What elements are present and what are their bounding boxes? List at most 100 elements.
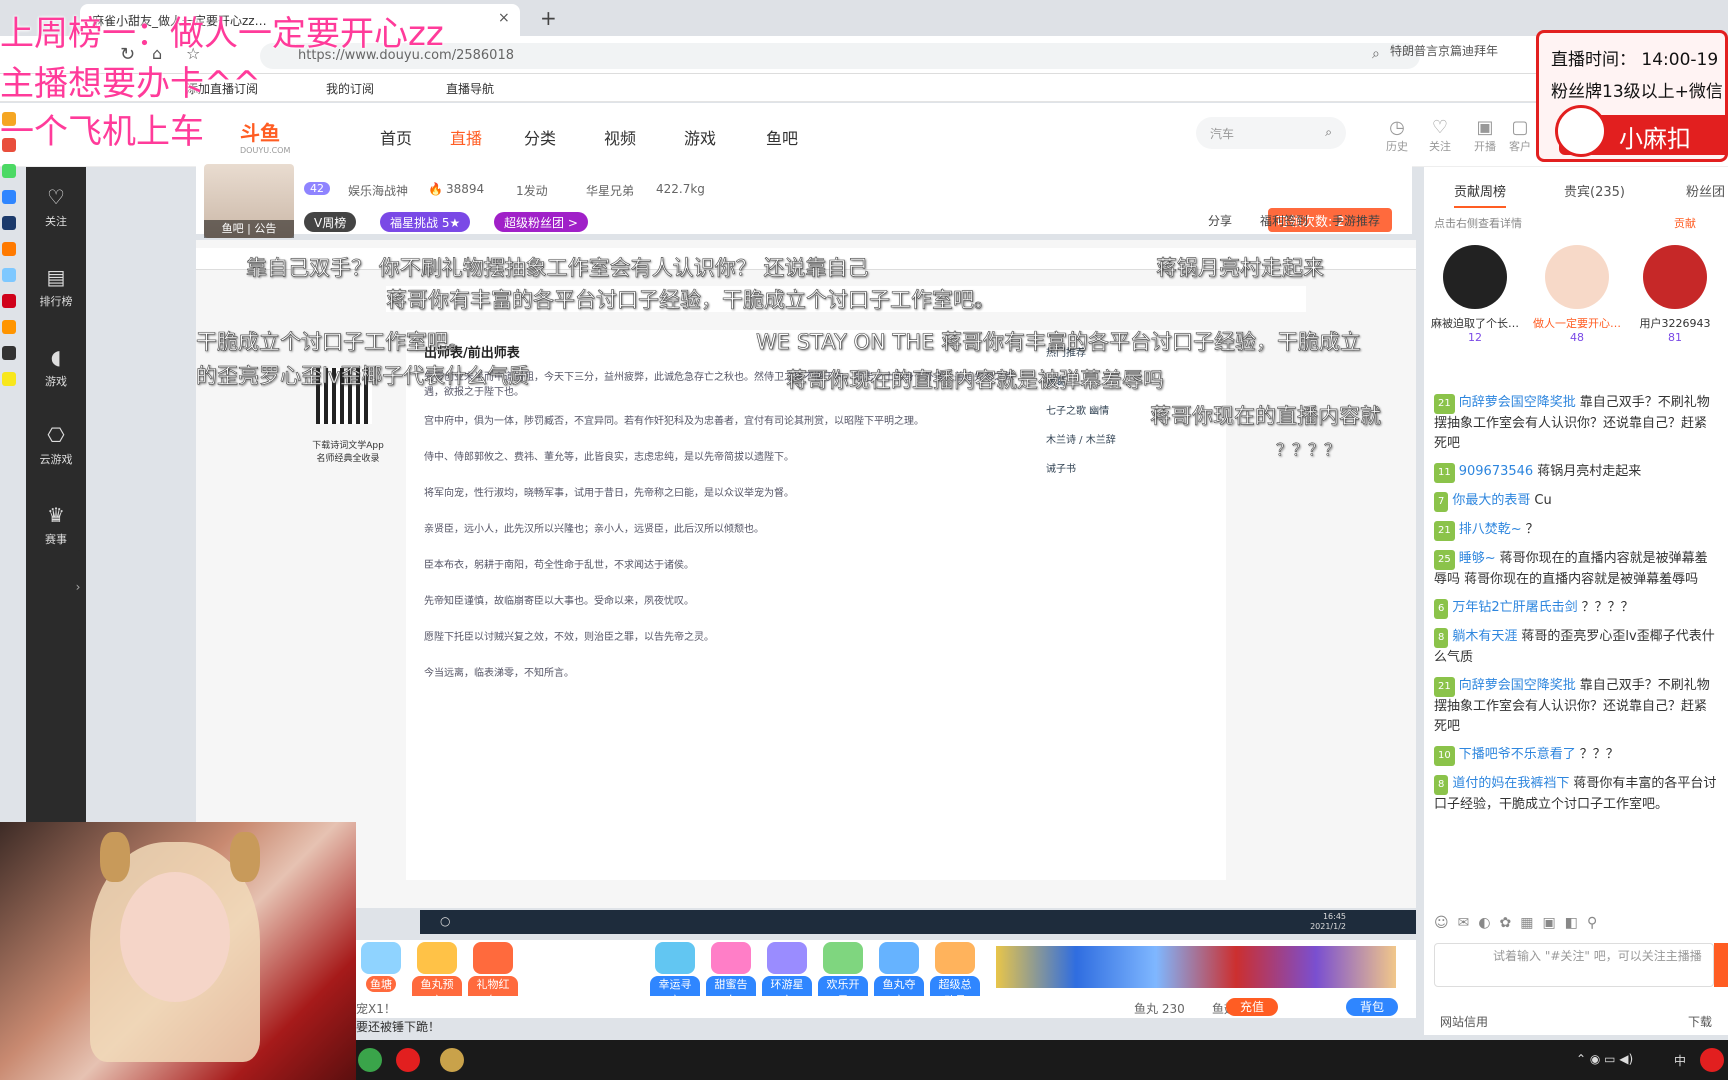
app-icon[interactable]: [2, 320, 16, 334]
signin-button[interactable]: 福利签到: [1260, 212, 1308, 229]
room-heat: 38894: [446, 182, 485, 196]
nav-category[interactable]: 分类: [524, 125, 556, 149]
site-credit-link[interactable]: 网站信用: [1440, 1015, 1488, 1029]
sidebar-item-follow[interactable]: ♡ 关注: [26, 185, 86, 229]
weekly-rank-badge[interactable]: V周榜: [304, 212, 357, 232]
treasure-icon: [655, 942, 695, 974]
panel-footer: 网站信用 下载: [1424, 1007, 1728, 1035]
gift-item[interactable]: 环游星空: [762, 942, 812, 1008]
top-fan[interactable]: 麻被迫取了个长… 12: [1430, 245, 1520, 344]
recharge-button[interactable]: 充值: [1226, 998, 1278, 1016]
poem-document: 出师表/前出师表 先帝创业未半而中道崩殂，今天下三分，益州疲弊，此诚危急存亡之秋…: [406, 330, 1226, 880]
super-fan-badge[interactable]: 超级粉丝团 >: [494, 212, 588, 232]
search-icon[interactable]: ⌕: [1325, 125, 1332, 140]
sidebar-item-rank[interactable]: ▤ 排行榜: [26, 265, 86, 309]
gift-item[interactable]: 甜蜜告白: [706, 942, 756, 1008]
follow-heart-icon[interactable]: ♡ 关注: [1425, 117, 1455, 154]
top-fan[interactable]: 用户3226943 81: [1630, 245, 1720, 344]
app-icon[interactable]: [358, 1048, 382, 1072]
nav-live[interactable]: 直播: [450, 125, 482, 149]
sidebar-item-events[interactable]: ♛ 赛事: [26, 503, 86, 547]
room-guild[interactable]: 华星兄弟: [586, 182, 634, 199]
gift-item[interactable]: 礼物红包: [468, 942, 518, 1008]
sidebar-item-games[interactable]: ◖ 游戏: [26, 345, 86, 389]
app-icon[interactable]: [2, 164, 16, 178]
bookmark-item[interactable]: 直播导航: [446, 80, 494, 97]
app-icon[interactable]: [2, 190, 16, 204]
browser-search-hint[interactable]: 特朗普言京篇迪拜年: [1390, 42, 1498, 59]
desktop-app-strip: [0, 100, 18, 660]
app-icon[interactable]: [2, 372, 16, 386]
doc-paragraph: 亲贤臣，远小人，此先汉所以兴隆也；亲小人，远贤臣，此后汉所以倾颓也。: [424, 524, 764, 535]
lucky-challenge-badge[interactable]: 福星挑战 5★: [380, 212, 471, 232]
captured-clock: 16:45 2021/1/2: [1310, 912, 1346, 931]
nav-games[interactable]: 游戏: [684, 125, 716, 149]
chat-list[interactable]: 21 向辞萝会国空降奖批 靠自己双手？不刷礼物摆抽象工作室会有人认识你？还说靠自己？…: [1424, 389, 1728, 919]
app-icon[interactable]: [2, 268, 16, 282]
gift-item[interactable]: 鱼塘: [356, 942, 406, 994]
video-stream[interactable]: 下载诗词文学App 名师经典全收录 出师表/前出师表 先帝创业未半而中道崩殂，今…: [196, 240, 1416, 908]
gift-item[interactable]: 超级总动员: [930, 942, 980, 1008]
danmu-comment: WE STAY ON THE 蒋哥你有丰富的各平台讨口子经验，干脆成立: [756, 330, 1362, 355]
chat-toolbar[interactable]: ☺✉◐✿▦▣◧⚲: [1434, 915, 1606, 931]
gift-item[interactable]: 鱼丸预言: [412, 942, 462, 1008]
sidebar-item-cloudgame[interactable]: ⎔ 云游戏: [26, 423, 86, 467]
bag-button[interactable]: 背包: [1346, 998, 1398, 1016]
tab-close-icon[interactable]: ×: [498, 10, 510, 26]
game-icon[interactable]: [440, 1048, 464, 1072]
nav-video[interactable]: 视频: [604, 125, 636, 149]
start-icon: ○: [440, 914, 451, 928]
send-button[interactable]: [1714, 943, 1728, 987]
share-button[interactable]: 分享: [1208, 212, 1232, 229]
danmu-comment: 干脆成立个讨口子工作室吧。: [196, 330, 469, 355]
rank-hint-link[interactable]: 贡献: [1674, 215, 1696, 231]
nav-yuba[interactable]: 鱼吧: [766, 125, 798, 149]
app-icon[interactable]: [2, 346, 16, 360]
new-tab-button[interactable]: +: [540, 6, 557, 30]
chat-input[interactable]: 试着输入 "#关注" 吧，可以关注主播播: [1434, 943, 1714, 987]
danmu-comment: 蒋哥你有丰富的各平台讨口子经验，干脆成立个讨口子工作室吧。: [386, 288, 996, 313]
sidebar-collapse-toggle[interactable]: ›: [70, 550, 86, 630]
app-icon[interactable]: [2, 242, 16, 256]
tab-vip[interactable]: 贵宾(235): [1564, 181, 1625, 200]
starry-icon: [767, 942, 807, 974]
app-icon[interactable]: [2, 216, 16, 230]
streamer-avatar[interactable]: 鱼吧 | 公告: [204, 164, 294, 238]
promo-line1: 直播时间： 14:00-19: [1551, 50, 1719, 70]
gift-item[interactable]: 幸运寻宝: [650, 942, 700, 1008]
history-icon[interactable]: ◷ 历史: [1382, 117, 1412, 154]
captured-taskbar: ○ 16:45 2021/1/2: [420, 910, 1416, 934]
rank-icon: ▤: [46, 265, 66, 289]
bookmark-item[interactable]: 我的订阅: [326, 80, 374, 97]
search-icon[interactable]: ⌕: [1372, 46, 1380, 62]
mouse-icon: ◖: [50, 345, 62, 369]
broadcast-icon[interactable]: ▣ 开播: [1470, 117, 1500, 154]
ime-indicator[interactable]: 中: [1674, 1052, 1686, 1069]
overlay-text: 上周榜一：做人一定要开心zz: [0, 14, 444, 54]
top-fan[interactable]: 做人一定要开心… 48: [1532, 245, 1622, 344]
gift-row[interactable]: [996, 946, 1396, 988]
tab-fans[interactable]: 粉丝团: [1686, 181, 1725, 200]
tab-weekly-contrib[interactable]: 贡献周榜: [1454, 181, 1507, 208]
app-icon[interactable]: [2, 294, 16, 308]
doc-paragraph: 今当远离，临表涕零，不知所言。: [424, 668, 574, 679]
antler-left: [100, 832, 130, 882]
netease-music-icon[interactable]: [396, 1048, 420, 1072]
download-link[interactable]: 下载: [1688, 1013, 1712, 1030]
mobile-recommend-button[interactable]: 手游推荐: [1332, 212, 1380, 229]
avatar-label[interactable]: 鱼吧 | 公告: [204, 220, 294, 238]
nav-home[interactable]: 首页: [380, 125, 412, 149]
fan-avatar: [1443, 245, 1507, 309]
tray-app-icon[interactable]: [1700, 1048, 1724, 1072]
douyu-logo[interactable]: 斗鱼 DOUYU.COM: [240, 117, 320, 155]
gift-item[interactable]: 鱼丸夺宝: [874, 942, 924, 1008]
system-tray[interactable]: ⌃ ◉ ▭ ◀): [1576, 1052, 1633, 1066]
chat-message: 21 向辞萝会国空降奖批 靠自己双手？不刷礼物摆抽象工作室会有人认识你？还说靠自己？…: [1434, 677, 1710, 734]
client-icon[interactable]: ▢ 客户: [1505, 117, 1535, 154]
gift-item[interactable]: 欢乐开黑: [818, 942, 868, 1008]
doc-paragraph: 宫中府中，俱为一体，陟罚臧否，不宜异同。若有作奸犯科及为忠善者，宜付有司论其刑赏…: [424, 416, 924, 427]
confess-icon: [711, 942, 751, 974]
header-search-input[interactable]: 汽车 ⌕: [1196, 117, 1346, 149]
promo-line2: 粉丝牌13级以上+微信: [1551, 82, 1723, 102]
room-category[interactable]: 娱乐海战神: [348, 182, 408, 199]
